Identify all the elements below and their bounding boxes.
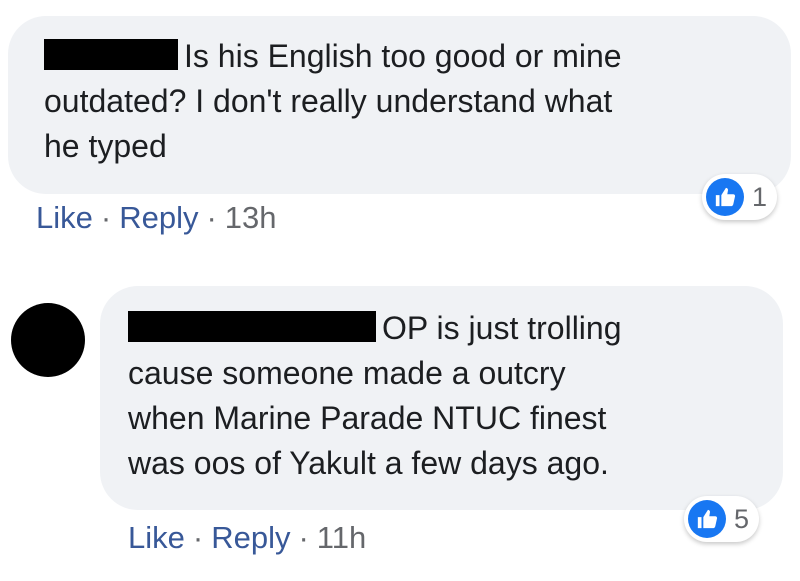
separator-dot: · — [298, 520, 309, 555]
reply-link[interactable]: Reply — [211, 520, 290, 555]
reaction-count: 1 — [752, 181, 768, 212]
separator-dot: · — [192, 520, 204, 555]
comment-text-line: he typed — [44, 128, 167, 164]
reaction-count: 5 — [734, 503, 750, 534]
comment-thread: Is his English too good or mine outdated… — [0, 0, 800, 581]
reaction-badge[interactable]: 1 — [702, 174, 778, 220]
avatar[interactable] — [11, 303, 85, 377]
timestamp[interactable]: 11h — [317, 520, 366, 555]
separator-dot: · — [100, 200, 112, 235]
comment-bubble: OP is just trolling cause someone made a… — [100, 286, 783, 510]
comment-bubble: Is his English too good or mine outdated… — [8, 16, 791, 194]
reply-link[interactable]: Reply — [119, 200, 198, 235]
comment-text-line: cause someone made a outcry — [128, 355, 566, 391]
redacted-author-name — [44, 39, 178, 70]
reaction-badge[interactable]: 5 — [684, 496, 760, 542]
comment-text-line: outdated? I don't really understand what — [44, 83, 613, 119]
comment-text-line: when Marine Parade NTUC finest — [128, 400, 607, 436]
like-link[interactable]: Like — [128, 520, 185, 555]
like-link[interactable]: Like — [36, 200, 93, 235]
thumbs-up-icon — [688, 500, 726, 538]
thumbs-up-icon — [706, 178, 744, 216]
comment-text-line: OP is just trolling — [382, 310, 622, 346]
comment-text-line: Is his English too good or mine — [184, 38, 622, 74]
comment-actions: Like · Reply · 11h — [128, 520, 366, 556]
comment-actions: Like · Reply · 13h — [36, 200, 277, 236]
separator-dot: · — [206, 200, 217, 235]
timestamp[interactable]: 13h — [225, 200, 277, 235]
redacted-author-name — [128, 311, 376, 342]
comment-text-line: was oos of Yakult a few days ago. — [128, 445, 609, 481]
